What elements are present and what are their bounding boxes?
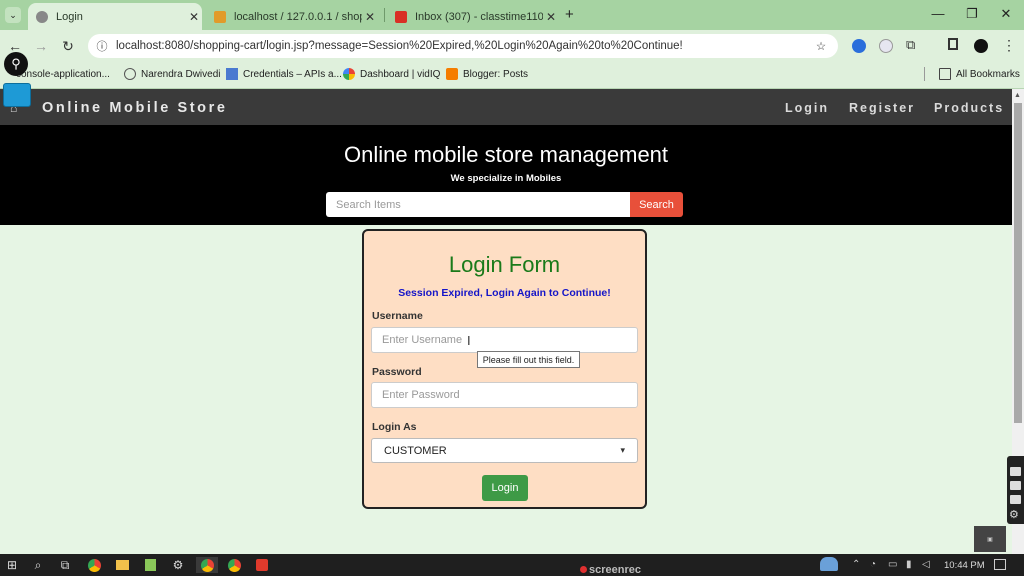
validation-tooltip: Please fill out this field.	[477, 351, 580, 368]
chevron-down-icon: ▾	[620, 445, 625, 455]
tab-phpmyadmin[interactable]: localhost / 127.0.0.1 / shopping ✕	[206, 3, 378, 30]
api-icon	[226, 68, 238, 80]
settings-gear-icon[interactable]: ⚙	[1009, 508, 1019, 521]
close-tab-icon[interactable]: ✕	[543, 10, 559, 24]
profile-icon	[124, 68, 136, 80]
app-overlay-icon[interactable]	[3, 83, 31, 107]
nav-register[interactable]: Register	[849, 101, 915, 115]
notifications-icon[interactable]	[994, 559, 1006, 570]
tab-title: localhost / 127.0.0.1 / shopping	[234, 10, 362, 23]
scrollbar-thumb[interactable]	[1014, 103, 1022, 423]
bookmark-label: Narendra Dwivedi	[141, 68, 221, 80]
more-menu-icon[interactable]: ⋮	[1002, 37, 1016, 54]
session-message: Session Expired, Login Again to Continue…	[398, 287, 611, 299]
all-bookmarks-button[interactable]: All Bookmarks	[939, 66, 1020, 82]
battery-icon[interactable]: ▭	[888, 559, 897, 570]
windows-start-icon[interactable]: ⊞	[4, 557, 20, 573]
login-as-label: Login As	[372, 421, 417, 433]
chrome-icon[interactable]	[86, 557, 102, 573]
divider	[924, 67, 925, 81]
chevron-up-icon[interactable]: ⌃	[852, 559, 860, 570]
login-as-select[interactable]: CUSTOMER ▾	[371, 438, 638, 463]
task-view-icon[interactable]: ⧉	[57, 557, 73, 573]
reload-icon[interactable]: ↻	[59, 38, 77, 55]
username-input[interactable]: Enter Username	[371, 327, 638, 353]
chrome-active-icon[interactable]	[196, 557, 218, 573]
restore-button[interactable]: ❐	[962, 6, 982, 22]
pin-overlay-icon[interactable]: ⚲	[4, 52, 28, 76]
site-brand[interactable]: Online Mobile Store	[42, 100, 228, 116]
password-input[interactable]: Enter Password	[371, 382, 638, 408]
site-info-icon[interactable]: ⓘ	[94, 38, 110, 54]
url-text: localhost:8080/shopping-cart/login.jsp?m…	[116, 40, 683, 52]
forward-arrow-icon[interactable]: →	[32, 38, 50, 54]
settings-icon[interactable]: ⚙	[170, 557, 186, 573]
tab-gmail[interactable]: Inbox (307) - classtime1104@g ✕	[387, 3, 559, 30]
bookmark-item[interactable]: Blogger: Posts	[446, 66, 528, 82]
chrome-profile-icon[interactable]	[226, 557, 242, 573]
screenrec-text: screenrec	[589, 564, 641, 576]
minimize-button[interactable]: —	[928, 6, 948, 21]
extension-icon[interactable]	[879, 39, 893, 53]
scroll-up-icon[interactable]: ▲	[1014, 92, 1021, 99]
text-cursor-icon: I	[467, 333, 471, 348]
bookmark-label: Credentials – APIs a...	[243, 68, 342, 80]
hero-subtitle: We specialize in Mobiles	[450, 173, 562, 184]
password-label: Password	[372, 366, 422, 378]
weather-icon[interactable]	[820, 557, 838, 571]
bookmark-item[interactable]: Credentials – APIs a...	[226, 66, 342, 82]
blogger-icon	[446, 68, 458, 80]
new-tab-button[interactable]: +	[565, 6, 574, 23]
notepad-icon[interactable]	[142, 557, 158, 573]
folder-icon	[939, 68, 951, 80]
bookmark-star-icon[interactable]: ☆	[812, 39, 830, 53]
screenrec-app-icon[interactable]	[254, 557, 270, 573]
bookmark-item[interactable]: console-application...	[16, 66, 110, 82]
login-button[interactable]: Login	[482, 475, 528, 501]
form-title: Login Form	[448, 252, 561, 277]
address-bar[interactable]: ⓘ localhost:8080/shopping-cart/login.jsp…	[88, 34, 838, 58]
microphone-icon[interactable]: ▮	[906, 559, 912, 570]
screenshot-icon[interactable]	[1010, 495, 1021, 504]
close-tab-icon[interactable]: ✕	[186, 10, 202, 24]
globe-icon	[36, 10, 48, 23]
profile-avatar[interactable]	[974, 39, 988, 53]
search-input[interactable]: Search Items	[326, 192, 630, 217]
volume-icon[interactable]: ◁	[922, 559, 930, 570]
google-icon	[343, 68, 355, 80]
close-tab-icon[interactable]: ✕	[362, 10, 378, 24]
tab-separator	[384, 8, 385, 22]
camera-icon[interactable]	[1010, 467, 1021, 476]
video-icon[interactable]	[1010, 481, 1021, 490]
network-icon[interactable]: ◔	[870, 559, 876, 570]
username-label: Username	[372, 310, 423, 322]
bookmark-label: Dashboard | vidIQ	[360, 68, 441, 80]
tab-title: Inbox (307) - classtime1104@g	[415, 10, 543, 23]
close-window-button[interactable]: ✕	[996, 6, 1016, 22]
tab-login[interactable]: Login ✕	[28, 3, 202, 30]
tab-title: Login	[56, 10, 83, 23]
selected-role: CUSTOMER	[384, 444, 447, 457]
nav-login[interactable]: Login	[785, 101, 829, 115]
tab-search-icon[interactable]: ⌄	[5, 7, 21, 23]
bookmark-label: console-application...	[16, 68, 110, 80]
search-icon[interactable]: ⌕	[30, 557, 46, 573]
phpmyadmin-icon	[214, 10, 226, 23]
bookmark-label: Blogger: Posts	[463, 68, 529, 80]
all-bookmarks-label: All Bookmarks	[956, 68, 1020, 80]
watermark-logo: ▣	[974, 526, 1006, 552]
screenrec-label: screenrec	[580, 564, 641, 576]
extensions-puzzle-icon[interactable]: ⧉	[906, 37, 915, 53]
nav-products[interactable]: Products	[934, 101, 1004, 115]
bookmark-item[interactable]: Dashboard | vidIQ	[343, 66, 440, 82]
search-button[interactable]: Search	[630, 192, 683, 217]
file-explorer-icon[interactable]	[114, 557, 130, 573]
side-panel-icon[interactable]	[948, 38, 958, 50]
extension-icon[interactable]	[852, 39, 866, 53]
hero-title: Online mobile store management	[343, 142, 669, 167]
gmail-icon	[395, 10, 407, 23]
bookmark-item[interactable]: Narendra Dwivedi	[124, 66, 220, 82]
taskbar-clock[interactable]: 10:44 PM	[944, 560, 985, 571]
